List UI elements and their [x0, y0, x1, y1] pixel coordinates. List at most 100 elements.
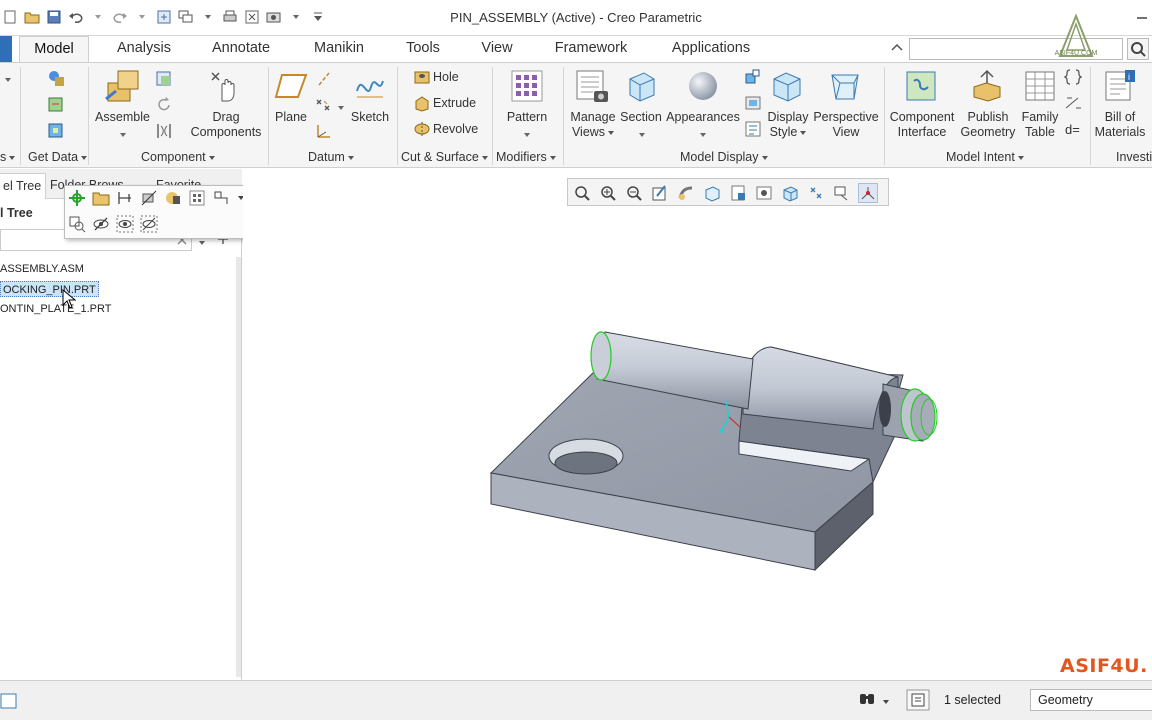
- collapse-ribbon-icon[interactable]: [890, 40, 904, 54]
- section-icon[interactable]: [624, 69, 658, 106]
- extrude-icon[interactable]: [413, 94, 431, 115]
- search-icon[interactable]: [1127, 38, 1149, 60]
- open-part-icon[interactable]: [91, 188, 111, 208]
- hole-label[interactable]: Hole: [433, 70, 459, 84]
- print-icon[interactable]: [220, 7, 240, 27]
- edit-definition-icon[interactable]: [67, 188, 87, 208]
- pattern-dropdown-icon[interactable]: [523, 128, 531, 142]
- display-style-icon[interactable]: [770, 69, 804, 106]
- publish-geometry-label[interactable]: Publish Geometry: [957, 110, 1019, 140]
- undo-icon[interactable]: [66, 7, 86, 27]
- plane-label[interactable]: Plane: [270, 110, 312, 125]
- open-folder-icon[interactable]: [22, 7, 42, 27]
- find-icon[interactable]: [858, 690, 876, 711]
- group-label-model-intent[interactable]: Model Intent: [946, 150, 1024, 164]
- component-interface-label[interactable]: Component Interface: [888, 110, 956, 140]
- customize-qat-icon[interactable]: [308, 7, 328, 27]
- minimize-icon[interactable]: [1136, 8, 1148, 20]
- manage-views-icon[interactable]: [574, 69, 610, 108]
- edit-dimensions-icon[interactable]: [115, 188, 135, 208]
- screenshot-icon[interactable]: [264, 7, 284, 27]
- manage-views-label[interactable]: Manage Views: [567, 110, 619, 140]
- drag-components-label[interactable]: Drag Components: [186, 110, 266, 140]
- group-label-modifiers[interactable]: Modifiers: [496, 150, 556, 164]
- tab-manikin[interactable]: Manikin: [300, 36, 378, 62]
- tab-framework[interactable]: Framework: [540, 36, 642, 62]
- tab-tools[interactable]: Tools: [394, 36, 452, 62]
- perspective-view-icon[interactable]: [828, 69, 862, 106]
- revolve-icon[interactable]: [413, 120, 431, 141]
- hole-icon[interactable]: [413, 68, 431, 89]
- screenshot-dropdown-icon[interactable]: [286, 7, 306, 27]
- assemble-dropdown-icon[interactable]: [119, 128, 127, 142]
- constraints-icon[interactable]: [211, 188, 231, 208]
- redo-icon[interactable]: [110, 7, 130, 27]
- navigator-toggle-icon[interactable]: [0, 693, 18, 712]
- show-icon[interactable]: [115, 214, 135, 234]
- zoom-to-selected-icon[interactable]: [67, 214, 87, 234]
- redo-dropdown-icon[interactable]: [132, 7, 152, 27]
- group-label-component[interactable]: Component: [141, 150, 215, 164]
- group-label-get-data[interactable]: Get Data: [28, 150, 88, 164]
- new-icon[interactable]: [0, 7, 20, 27]
- point-icon[interactable]: [314, 95, 334, 118]
- group-label-model-display[interactable]: Model Display: [680, 150, 768, 164]
- display-settings-icon[interactable]: [744, 94, 762, 115]
- point-dropdown-icon[interactable]: [337, 101, 345, 115]
- pattern-icon[interactable]: [510, 69, 544, 106]
- parameters-icon[interactable]: [1063, 68, 1083, 89]
- tab-applications[interactable]: Applications: [658, 36, 764, 62]
- coordinate-system-icon[interactable]: [314, 121, 334, 144]
- axis-icon[interactable]: [314, 69, 334, 92]
- tree-scrollbar[interactable]: [236, 257, 241, 677]
- windows-icon[interactable]: [176, 7, 196, 27]
- pattern-label[interactable]: Pattern: [502, 110, 552, 125]
- find-dropdown-icon[interactable]: [882, 695, 890, 709]
- assemble-icon[interactable]: [104, 69, 142, 108]
- display-style-label[interactable]: Display Style: [762, 110, 814, 140]
- shrinkwrap-icon[interactable]: [46, 121, 66, 144]
- section-label[interactable]: Section: [618, 110, 664, 125]
- tab-view[interactable]: View: [470, 36, 524, 62]
- tree-item-locking-pin[interactable]: OCKING_PIN.PRT: [0, 281, 99, 297]
- drag-components-icon[interactable]: [208, 69, 242, 108]
- appearances-icon[interactable]: [686, 69, 720, 106]
- plane-icon[interactable]: [274, 71, 308, 104]
- revolve-label[interactable]: Revolve: [433, 122, 478, 136]
- bill-of-materials-label[interactable]: Bill of Materials: [1092, 110, 1148, 140]
- pattern-small-icon[interactable]: [187, 188, 207, 208]
- group-label-investigate[interactable]: Investi: [1116, 150, 1152, 164]
- section-dropdown-icon[interactable]: [638, 128, 646, 142]
- regenerate-icon[interactable]: [154, 7, 174, 27]
- menu-arrow-icon[interactable]: [4, 73, 12, 87]
- hide-others-icon[interactable]: [139, 214, 159, 234]
- create-component-icon[interactable]: [154, 69, 174, 92]
- copy-geometry-icon[interactable]: [46, 95, 66, 118]
- repeat-icon[interactable]: [154, 95, 174, 118]
- bill-of-materials-icon[interactable]: i: [1103, 69, 1137, 106]
- perspective-view-label[interactable]: Perspective View: [812, 110, 880, 140]
- assemble-label[interactable]: Assemble: [95, 110, 150, 125]
- group-label-operations[interactable]: s: [0, 150, 16, 164]
- tab-model[interactable]: Model: [19, 36, 89, 62]
- save-icon[interactable]: [44, 7, 64, 27]
- user-defined-feature-icon[interactable]: [46, 69, 66, 92]
- tab-model-tree[interactable]: el Tree: [0, 173, 47, 199]
- graphics-window[interactable]: ASIF4U.: [243, 169, 1152, 680]
- undo-dropdown-icon[interactable]: [88, 7, 108, 27]
- model-tree-display-icon[interactable]: [744, 120, 762, 141]
- tree-item-mounting-plate[interactable]: ONTIN_PLATE_1.PRT: [0, 301, 111, 317]
- hide-icon[interactable]: [91, 214, 111, 234]
- relations-icon[interactable]: d=: [1064, 120, 1082, 141]
- switch-dimensions-icon[interactable]: [1064, 94, 1082, 115]
- sketch-icon[interactable]: [354, 71, 386, 104]
- selection-filter-select[interactable]: Geometry: [1030, 689, 1152, 711]
- edit-position-icon[interactable]: [744, 68, 762, 89]
- component-interface-icon[interactable]: [904, 69, 938, 106]
- sketch-label[interactable]: Sketch: [348, 110, 392, 125]
- file-menu-tab[interactable]: [0, 36, 12, 62]
- family-table-icon[interactable]: [1023, 69, 1057, 106]
- appearances-label[interactable]: Appearances: [666, 110, 740, 125]
- close-window-icon[interactable]: [242, 7, 262, 27]
- selection-buffer-icon[interactable]: [906, 689, 930, 714]
